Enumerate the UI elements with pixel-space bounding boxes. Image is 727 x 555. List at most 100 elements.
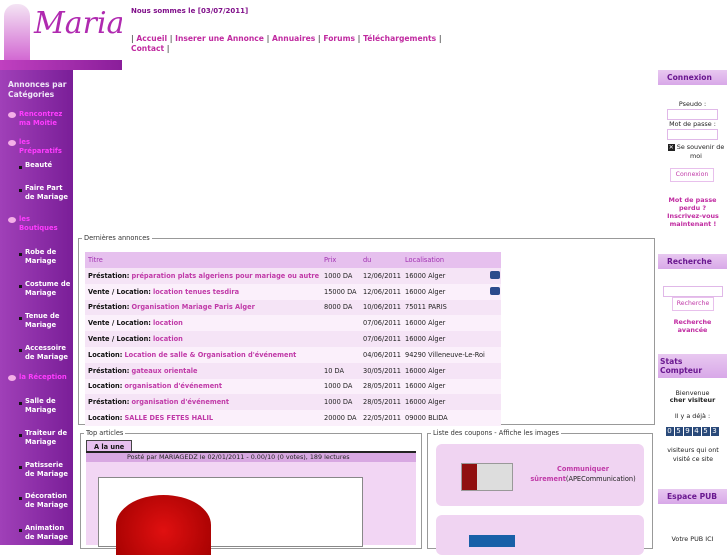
ad-type: Préstation: xyxy=(88,271,130,280)
sidebar-subcategory[interactable]: Traiteur de Mariage xyxy=(19,429,71,447)
ad-date: 30/05/2011 xyxy=(360,362,402,379)
ad-title-link[interactable]: location xyxy=(153,319,183,327)
table-row[interactable]: Vente / Location: location tenues tesdir… xyxy=(85,283,501,300)
sidebar-subcategory[interactable]: Tenue de Mariage xyxy=(19,312,71,330)
table-row[interactable]: Préstation: organisation d'événement 100… xyxy=(85,394,501,411)
counter-digit: 9 xyxy=(683,427,692,436)
ad-location: 16000 Alger xyxy=(402,362,487,379)
ad-title-link[interactable]: SALLE DES FETES HALIL xyxy=(124,414,213,422)
visitors-suffix: visiteurs qui ont visité ce site xyxy=(667,446,719,463)
nav-link[interactable]: Accueil xyxy=(136,34,167,43)
apeo-logo[interactable] xyxy=(461,463,513,491)
sidebar-subcategory[interactable]: Faire Part de Mariage xyxy=(19,184,71,202)
advanced-search-link[interactable]: Recherche avancée xyxy=(658,318,727,334)
logo-text: Mariage xyxy=(34,6,122,41)
search-title: Recherche xyxy=(658,254,727,269)
password-input[interactable] xyxy=(667,129,718,140)
remember-label: Se souvenir de moi xyxy=(676,143,725,160)
col-title: Titre xyxy=(85,252,321,268)
ad-title-link[interactable]: location tenues tesdira xyxy=(153,288,239,296)
coupon-card xyxy=(436,515,644,555)
ad-title-link[interactable]: organisation d'événement xyxy=(131,398,229,406)
sidebar-subcategory[interactable]: Décoration de Mariage xyxy=(19,492,71,510)
table-row[interactable]: Préstation: gateaux orientale 10 DA 30/0… xyxy=(85,362,501,379)
ad-type: Location: xyxy=(88,382,123,391)
ad-title-link[interactable]: Organisation Mariage Paris Alger xyxy=(131,303,254,311)
ad-title-link[interactable]: organisation d'événement xyxy=(124,382,222,390)
search-input[interactable] xyxy=(663,286,723,297)
logo-bar xyxy=(0,60,122,70)
sidebar-category[interactable]: les Boutiques xyxy=(8,215,70,233)
table-row[interactable]: Location: SALLE DES FETES HALIL 20000 DA… xyxy=(85,410,501,426)
table-row[interactable]: Location: organisation d'événement 1000 … xyxy=(85,378,501,395)
sidebar-subcategory[interactable]: Costume de Mariage xyxy=(19,280,71,298)
pseudo-input[interactable] xyxy=(667,109,718,120)
table-row[interactable]: Vente / Location: location 07/06/2011 16… xyxy=(85,331,501,347)
ad-type: Vente / Location: xyxy=(88,335,151,344)
table-row[interactable]: Location: Location de salle & Organisati… xyxy=(85,346,501,363)
ad-location: 16000 Alger xyxy=(402,315,487,332)
col-date: du xyxy=(360,252,402,268)
main-nav: | Accueil | Inserer une Annonce | Annuai… xyxy=(131,34,442,53)
lost-password-link[interactable]: Mot de passe perdu ? xyxy=(658,196,727,212)
ad-type: Préstation: xyxy=(88,366,130,375)
nav-link[interactable]: Inserer une Annonce xyxy=(175,34,264,43)
remember-me[interactable]: ✕ Se souvenir de moi xyxy=(665,143,727,161)
nav-link[interactable]: Téléchargements xyxy=(363,34,436,43)
register-link[interactable]: Inscrivez-vous maintenant ! xyxy=(666,212,720,228)
sidebar-title: Annonces par Catégories xyxy=(8,80,67,99)
coupon-logo[interactable] xyxy=(469,535,515,547)
login-button[interactable]: Connexion xyxy=(670,168,714,182)
sidebar-category[interactable]: la Réception xyxy=(8,373,70,382)
password-label: Mot de passe : xyxy=(669,120,716,128)
ad-price xyxy=(321,331,360,347)
ad-title-link[interactable]: gateaux orientale xyxy=(131,367,197,375)
ad-type: Vente / Location: xyxy=(88,319,151,328)
ad-date: 10/06/2011 xyxy=(360,299,402,316)
nav-link[interactable]: Forums xyxy=(323,34,355,43)
camera-icon[interactable] xyxy=(490,270,500,279)
table-row[interactable]: Préstation: Organisation Mariage Paris A… xyxy=(85,299,501,316)
already-text: Il y a déjà : xyxy=(674,412,711,420)
sidebar-category[interactable]: les Préparatifs xyxy=(8,138,70,156)
ad-date: 22/05/2011 xyxy=(360,410,402,426)
camera-icon[interactable] xyxy=(490,286,500,295)
ad-date: 28/05/2011 xyxy=(360,378,402,395)
bride-illustration xyxy=(4,4,30,64)
nav-link[interactable]: Contact xyxy=(131,44,164,53)
ad-location: 94290 Villeneuve-Le-Roi xyxy=(402,346,487,363)
ad-title-link[interactable]: location xyxy=(153,335,183,343)
site-logo[interactable]: Mariage xyxy=(0,0,122,70)
counter-digit: 0 xyxy=(665,427,674,436)
pub-text: Votre PUB ICI xyxy=(671,535,714,543)
sidebar-subcategory[interactable]: Animation de Mariage xyxy=(19,524,71,542)
latest-ads-panel: Dernières annonces Titre Prix du Localis… xyxy=(78,234,655,426)
ad-type: Location: xyxy=(88,414,123,423)
sidebar-subcategory[interactable]: Robe de Mariage xyxy=(19,248,71,266)
ad-date: 07/06/2011 xyxy=(360,331,402,347)
coupon-company: (APECommunication) xyxy=(565,475,636,483)
category-sidebar: Annonces par Catégories Rencontrez ma Mo… xyxy=(0,70,73,545)
rose-image xyxy=(116,495,211,555)
table-row[interactable]: Vente / Location: location 07/06/2011 16… xyxy=(85,315,501,332)
ad-title-link[interactable]: préparation plats algeriens pour mariage… xyxy=(131,272,319,280)
nav-link[interactable]: Annuaires xyxy=(272,34,315,43)
sidebar-subcategory[interactable]: Accessoire de Mariage xyxy=(19,344,71,362)
current-date: Nous sommes le [03/07/2011] xyxy=(131,7,249,15)
ad-title-link[interactable]: Location de salle & Organisation d'événe… xyxy=(124,351,296,359)
sidebar-category[interactable]: Rencontrez ma Moitie xyxy=(8,110,70,128)
col-location: Localisation xyxy=(402,252,487,268)
table-row[interactable]: Préstation: préparation plats algeriens … xyxy=(85,268,501,284)
ad-location: 16000 Alger xyxy=(402,378,487,395)
ad-price: 1000 DA xyxy=(321,378,360,395)
remember-checkbox[interactable]: ✕ xyxy=(667,144,675,151)
ad-location: 75011 PARIS xyxy=(402,299,487,316)
ad-date: 07/06/2011 xyxy=(360,315,402,332)
sidebar-subcategory[interactable]: Salle de Mariage xyxy=(19,397,71,415)
ad-date: 28/05/2011 xyxy=(360,394,402,411)
sidebar-subcategory[interactable]: Beauté xyxy=(19,161,71,170)
col-photo xyxy=(487,252,501,268)
search-button[interactable]: Recherche xyxy=(672,297,714,311)
sidebar-subcategory[interactable]: Patisserie de Mariage xyxy=(19,461,71,479)
ads-table: Titre Prix du Localisation Préstation: p… xyxy=(85,252,501,426)
